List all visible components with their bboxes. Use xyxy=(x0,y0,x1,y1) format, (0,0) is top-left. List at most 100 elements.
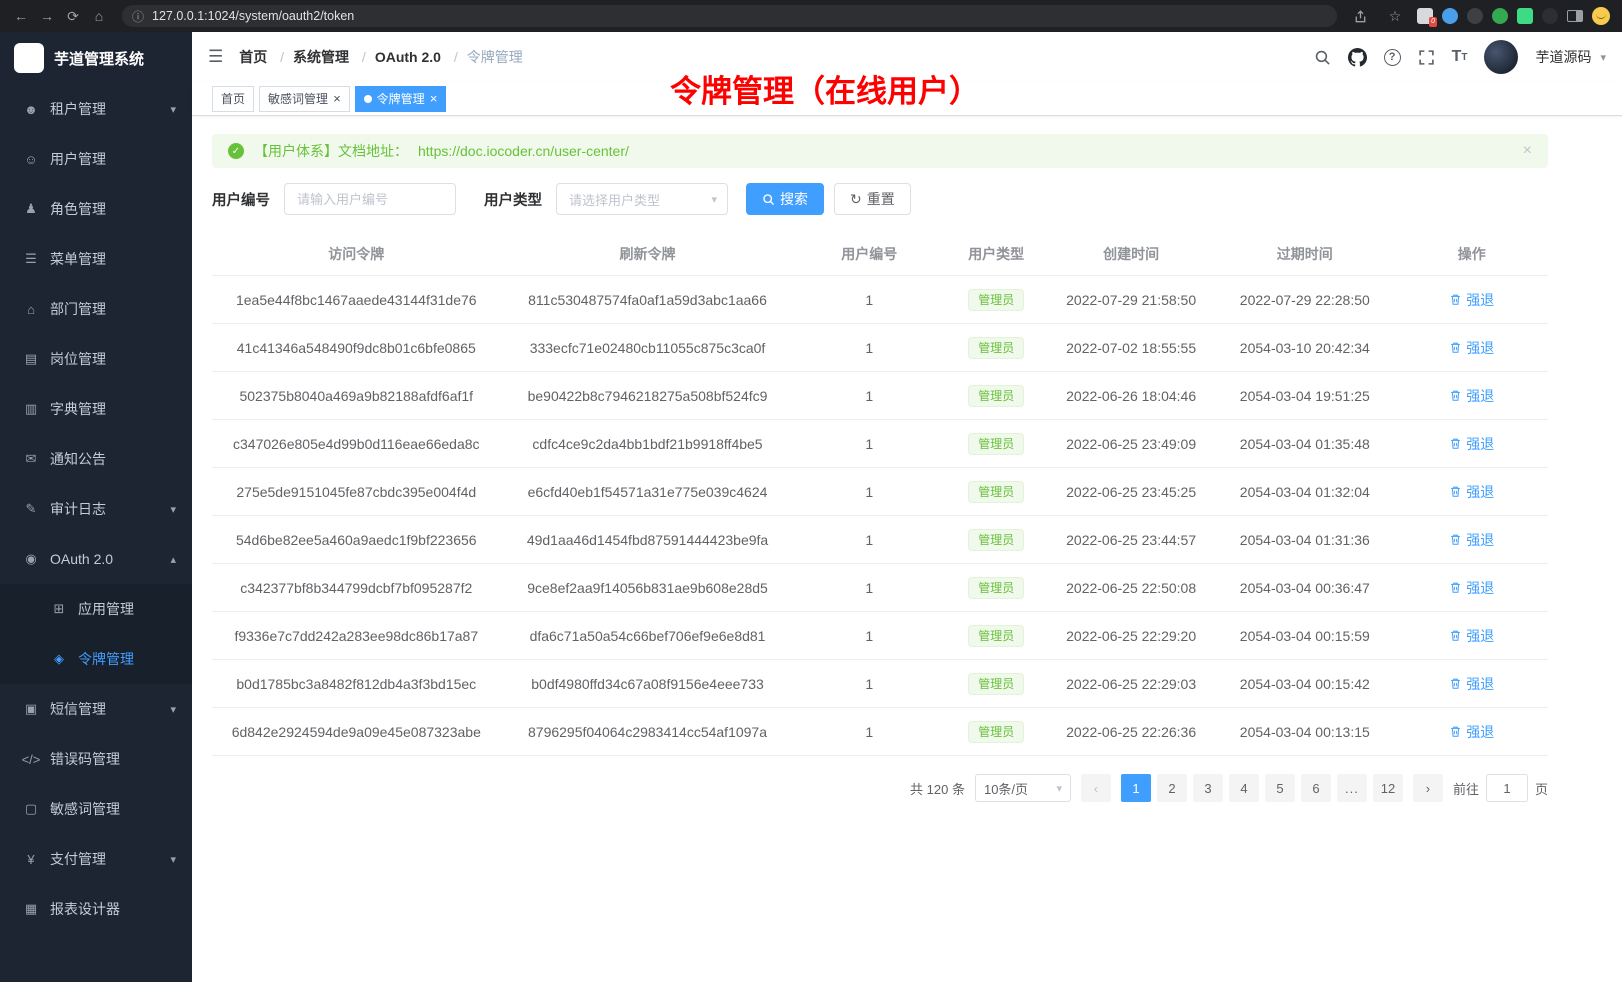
menu-item-icon: ¥ xyxy=(20,852,42,867)
page-button[interactable]: 3 xyxy=(1193,774,1223,802)
chevron-icon: ▴ xyxy=(170,553,176,566)
sidebar-toggle-icon[interactable]: ☰ xyxy=(208,47,223,67)
username[interactable]: 芋道源码 xyxy=(1535,47,1591,67)
user-avatar[interactable] xyxy=(1484,40,1518,74)
search-icon[interactable] xyxy=(1314,49,1331,66)
page-size-select[interactable]: 10条/页 ▾ xyxy=(975,774,1071,802)
force-logout-button[interactable]: 强退 xyxy=(1449,482,1494,502)
extension-icon-blue[interactable] xyxy=(1442,8,1458,24)
tab-close-icon[interactable]: × xyxy=(430,92,438,105)
breadcrumb-item[interactable]: 系统管理 xyxy=(293,49,349,65)
reset-button[interactable]: ↻ 重置 xyxy=(834,183,911,215)
help-icon[interactable]: ? xyxy=(1384,49,1401,66)
page-button[interactable]: ... xyxy=(1337,774,1367,802)
sidebar-item-audit-log[interactable]: ✎ 审计日志 ▾ xyxy=(0,484,192,534)
menu-item-icon: ▥ xyxy=(20,401,42,417)
sidebar-item-pay[interactable]: ¥ 支付管理 ▾ xyxy=(0,834,192,884)
search-button[interactable]: 搜索 xyxy=(746,183,824,215)
next-page-button[interactable]: › xyxy=(1413,774,1443,802)
force-logout-button[interactable]: 强退 xyxy=(1449,386,1494,406)
user-id-cell: 1 xyxy=(794,420,944,467)
doc-link[interactable]: https://doc.iocoder.cn/user-center/ xyxy=(418,143,629,159)
user-type-cell: 管理员 xyxy=(944,324,1048,371)
refresh-token-cell: 9ce8ef2aa9f14056b831ae9b608e28d5 xyxy=(501,564,795,611)
extension-icon-badged[interactable]: 0 xyxy=(1417,8,1433,24)
sidebar-item-error-code[interactable]: </> 错误码管理 xyxy=(0,734,192,784)
github-icon[interactable] xyxy=(1348,48,1367,67)
force-logout-button[interactable]: 强退 xyxy=(1449,434,1494,454)
user-type-select[interactable]: 请选择用户类型 ▾ xyxy=(556,183,728,215)
split-view-icon[interactable] xyxy=(1567,10,1583,22)
sidebar-item-report-designer[interactable]: ▦ 报表设计器 xyxy=(0,884,192,934)
menu-item-label: 短信管理 xyxy=(50,699,106,719)
sidebar-item-user[interactable]: ☺ 用户管理 xyxy=(0,134,192,184)
tab-sensitive-word[interactable]: 敏感词管理 × xyxy=(259,86,350,112)
page-button[interactable]: 2 xyxy=(1157,774,1187,802)
prev-page-button[interactable]: ‹ xyxy=(1081,774,1111,802)
menu-item-label: 租户管理 xyxy=(50,99,106,119)
force-logout-button[interactable]: 强退 xyxy=(1449,290,1494,310)
sidebar-item-tenant[interactable]: ☻ 租户管理 ▾ xyxy=(0,84,192,134)
force-logout-button[interactable]: 强退 xyxy=(1449,578,1494,598)
table-row: f9336e7c7dd242a283ee98dc86b17a87 dfa6c71… xyxy=(212,612,1548,660)
fullscreen-icon[interactable] xyxy=(1418,49,1435,66)
sidebar-item-dict[interactable]: ▥ 字典管理 xyxy=(0,384,192,434)
main-area: ☰ 首页 / 系统管理 / OAuth 2.0 / xyxy=(192,32,1622,982)
sidebar-item-sms[interactable]: ▣ 短信管理 ▾ xyxy=(0,684,192,734)
extensions-puzzle-icon[interactable] xyxy=(1517,8,1533,24)
extension-icon-green[interactable] xyxy=(1492,8,1508,24)
force-logout-button[interactable]: 强退 xyxy=(1449,722,1494,742)
null-system: 系统管理 / xyxy=(293,47,375,67)
sidebar-item-post[interactable]: ▤ 岗位管理 xyxy=(0,334,192,384)
force-logout-button[interactable]: 强退 xyxy=(1449,338,1494,358)
user-id-input[interactable] xyxy=(284,183,456,215)
sidebar-item-menu[interactable]: ☰ 菜单管理 xyxy=(0,234,192,284)
goto-page-input[interactable] xyxy=(1486,774,1528,802)
tab-token[interactable]: 令牌管理 × xyxy=(355,86,447,112)
user-type-tag: 管理员 xyxy=(968,433,1024,455)
forward-icon[interactable]: → xyxy=(34,4,60,28)
sidebar-item-dept[interactable]: ⌂ 部门管理 xyxy=(0,284,192,334)
bookmark-star-icon[interactable]: ☆ xyxy=(1382,4,1408,28)
app-logo[interactable]: 芋道管理系统 xyxy=(0,32,192,84)
extension-icon-dark[interactable] xyxy=(1467,8,1483,24)
sidebar-item-role[interactable]: ♟ 角色管理 xyxy=(0,184,192,234)
back-icon[interactable]: ← xyxy=(8,4,34,28)
site-info-icon[interactable]: ⓘ xyxy=(132,8,144,25)
tab-close-icon[interactable]: × xyxy=(333,92,341,105)
url-bar[interactable]: ⓘ 127.0.0.1:1024/system/oauth2/token xyxy=(122,5,1337,27)
user-type-placeholder: 请选择用户类型 xyxy=(569,190,660,209)
sidebar-item-sensitive-word[interactable]: ▢ 敏感词管理 xyxy=(0,784,192,834)
breadcrumb-item[interactable]: 令牌管理 xyxy=(467,49,523,65)
force-logout-button[interactable]: 强退 xyxy=(1449,530,1494,550)
browser-profile-avatar[interactable] xyxy=(1592,7,1610,25)
force-logout-button[interactable]: 强退 xyxy=(1449,674,1494,694)
page-content: ✓ 【用户体系】文档地址： https://doc.iocoder.cn/use… xyxy=(192,116,1622,802)
chevron-down-icon: ▾ xyxy=(711,193,717,206)
access-token-cell: b0d1785bc3a8482f812db4a3f3bd15ec xyxy=(212,660,501,707)
page-button[interactable]: 12 xyxy=(1373,774,1403,802)
alert-close-icon[interactable]: × xyxy=(1523,142,1532,160)
force-logout-button[interactable]: 强退 xyxy=(1449,626,1494,646)
col-access-token: 访问令牌 xyxy=(212,232,501,275)
sidebar-item-oauth2-token[interactable]: ◈ 令牌管理 xyxy=(0,634,192,684)
sidebar-item-oauth2-app[interactable]: ⊞ 应用管理 xyxy=(0,584,192,634)
menu-item-label: 支付管理 xyxy=(50,849,106,869)
tab-home[interactable]: 首页 xyxy=(212,86,254,112)
font-size-icon[interactable]: TT xyxy=(1452,48,1468,66)
reload-icon[interactable]: ⟳ xyxy=(60,4,86,28)
page-button[interactable]: 1 xyxy=(1121,774,1151,802)
page-button[interactable]: 5 xyxy=(1265,774,1295,802)
user-type-tag: 管理员 xyxy=(968,721,1024,743)
home-icon[interactable]: ⌂ xyxy=(86,4,112,28)
sidebar-item-notice[interactable]: ✉ 通知公告 xyxy=(0,434,192,484)
breadcrumb-item[interactable]: OAuth 2.0 xyxy=(375,49,441,65)
page-button[interactable]: 4 xyxy=(1229,774,1259,802)
menu-item-icon: ◈ xyxy=(48,651,70,667)
menu-item-icon: ☺ xyxy=(20,152,42,167)
page-button[interactable]: 6 xyxy=(1301,774,1331,802)
sidebar-item-oauth2[interactable]: ◉ OAuth 2.0 ▴ xyxy=(0,534,192,584)
extension-icon-paw[interactable] xyxy=(1542,8,1558,24)
breadcrumb-item[interactable]: 首页 xyxy=(239,49,267,65)
share-icon[interactable] xyxy=(1347,4,1373,28)
